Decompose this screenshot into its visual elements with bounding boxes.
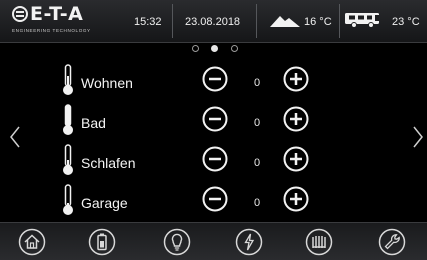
wrench-icon[interactable] [378,228,406,256]
divider [256,4,257,38]
room-row-wohnen: Wohnen 0 [0,64,427,104]
room-value: 0 [253,77,261,89]
logo-tagline: ENGINEERING TECHNOLOGY [12,28,91,33]
camper-van-icon [345,13,379,28]
room-value: 0 [253,117,261,129]
current-date: 23.08.2018 [185,16,241,28]
divider [339,4,340,38]
thermometer-icon [63,144,73,175]
room-label: Bad [81,115,106,131]
battery-icon[interactable] [88,228,116,256]
thermometer-icon [63,104,73,135]
room-label: Wohnen [81,75,133,91]
room-value: 0 [253,157,261,169]
page-indicator [190,44,240,54]
bottom-navigation [0,222,427,260]
room-label: Schlafen [81,155,136,171]
room-row-bad: Bad 0 [0,104,427,144]
logo-mark-icon [12,6,28,22]
power-plug-icon[interactable] [235,228,263,256]
heater-icon[interactable] [305,228,333,256]
page-dot[interactable] [192,45,199,52]
increase-button[interactable] [283,186,309,212]
lightbulb-icon[interactable] [163,228,191,256]
room-row-schlafen: Schlafen 0 [0,144,427,184]
clock-time: 15:32 [134,16,162,28]
page-dot-active[interactable] [211,45,218,52]
decrease-button[interactable] [202,66,228,92]
vehicle-temperature: 23 °C [392,16,420,28]
decrease-button[interactable] [202,146,228,172]
decrease-button[interactable] [202,106,228,132]
decrease-button[interactable] [202,186,228,212]
home-icon[interactable] [18,228,46,256]
room-label: Garage [81,195,128,211]
company-logo: E-T-A ENGINEERING TECHNOLOGY [12,3,122,40]
status-bar: E-T-A ENGINEERING TECHNOLOGY 15:32 23.08… [0,0,427,43]
increase-button[interactable] [283,66,309,92]
room-row-garage: Garage 0 [0,184,427,224]
room-value: 0 [253,197,261,209]
increase-button[interactable] [283,106,309,132]
page-dot[interactable] [231,45,238,52]
divider [172,4,173,38]
thermometer-icon [63,64,73,95]
increase-button[interactable] [283,146,309,172]
logo-text: E-T-A [30,3,84,25]
mountain-icon [270,16,300,27]
thermometer-icon [63,184,73,215]
outdoor-temperature: 16 °C [304,16,332,28]
